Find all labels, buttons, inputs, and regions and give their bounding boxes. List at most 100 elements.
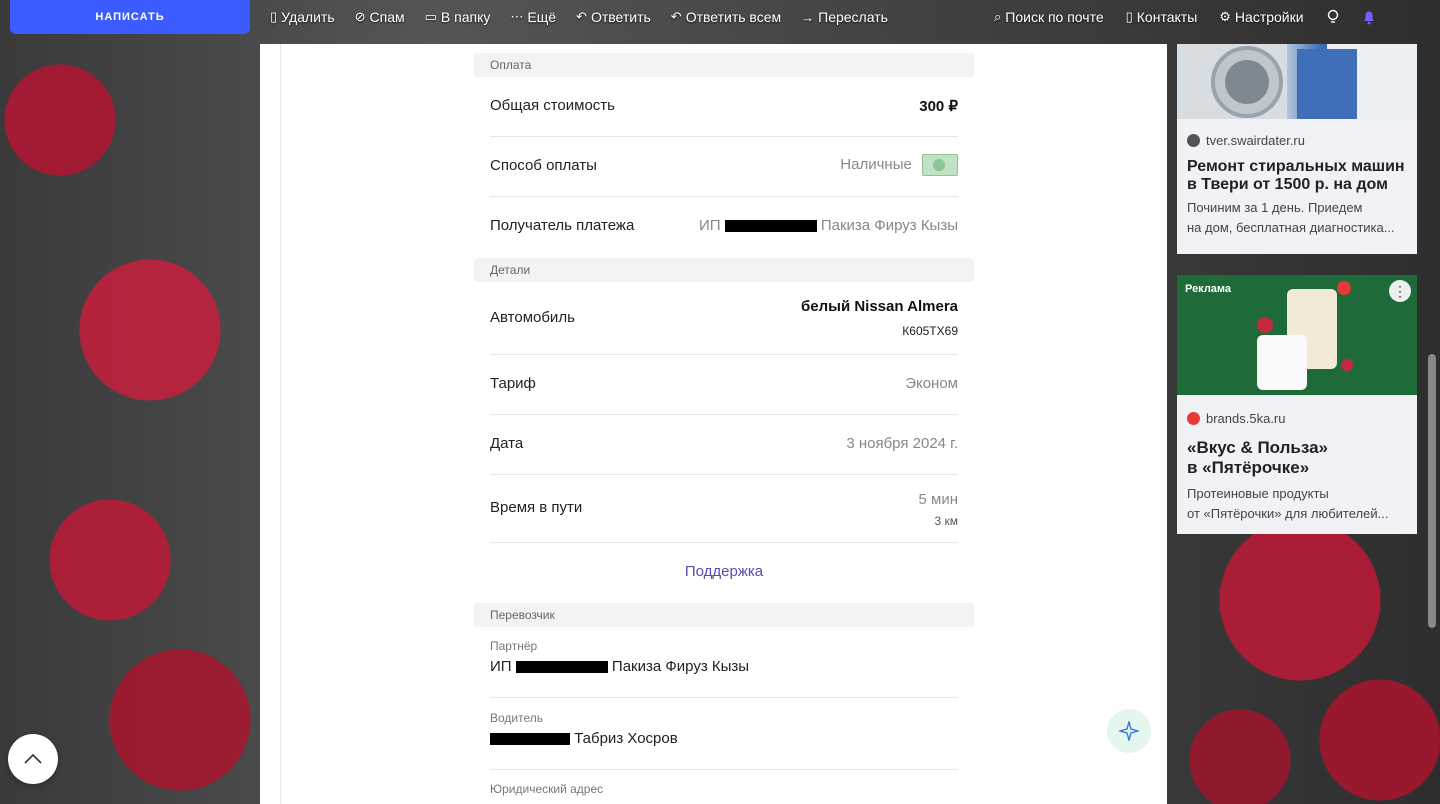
delete-label: Удалить	[281, 9, 335, 25]
trash-icon: ▯	[270, 9, 278, 24]
payment-method-row: Способ оплаты Наличные	[490, 137, 958, 197]
ad-card-pyaterochka[interactable]: Реклама ⋮ brands.5ka.ru «Вкус & Польза» …	[1177, 275, 1417, 534]
move-to-folder-button[interactable]: ▭ В папку	[425, 9, 491, 25]
spam-icon: ⊘	[354, 9, 366, 24]
details-section-header: Детали	[474, 258, 974, 282]
recipient-prefix: ИП	[698, 217, 721, 234]
address-field: Юридический адрес	[490, 782, 958, 804]
move-to-folder-label: В папку	[440, 9, 491, 25]
support-link[interactable]: Поддержка	[474, 563, 974, 580]
ad-card-repair[interactable]: tver.swairdater.ru Ремонт стиральных маш…	[1177, 44, 1417, 254]
washing-machine-illustration	[1177, 44, 1417, 119]
pyaterochka-logo-icon	[1187, 412, 1200, 425]
date-row: Дата 3 ноября 2024 г.	[490, 415, 958, 475]
car-row: Автомобиль белый Nissan Almera К605ТХ69	[490, 282, 958, 355]
spam-button[interactable]: ⊘ Спам	[355, 9, 405, 25]
car-plate: К605ТХ69	[902, 324, 958, 338]
more-icon: ⋯	[510, 9, 524, 24]
compose-button[interactable]: НАПИСАТЬ	[10, 0, 250, 34]
car-value: белый Nissan Almera	[801, 298, 958, 315]
carrier-section-title: Перевозчик	[490, 608, 555, 622]
ad-desc-line2: от «Пятёрочки» для любителей...	[1187, 506, 1389, 521]
payment-method-value-wrap: Наличные	[840, 154, 958, 176]
payment-recipient-value: ИП Пакиза Фируз Кызы	[699, 217, 958, 234]
ad-desc-line1: Починим за 1 день. Приедем	[1187, 200, 1363, 215]
settings-label: Настройки	[1234, 9, 1304, 25]
driver-field: Водитель Табриз Хосров	[490, 711, 958, 770]
forward-button[interactable]: → Переслать	[801, 9, 888, 25]
payment-method-value: Наличные	[840, 155, 912, 173]
search-icon: ⌕	[994, 9, 1002, 24]
ad-source-label: tver.swairdater.ru	[1206, 133, 1305, 148]
reply-all-label: Ответить всем	[685, 9, 782, 25]
payment-method-label: Способ оплаты	[490, 157, 597, 174]
notifications-button[interactable]	[1362, 9, 1376, 25]
ad-desc-line2: на дом, бесплатная диагностика...	[1187, 220, 1395, 235]
reply-button[interactable]: ↶ Ответить	[576, 9, 651, 25]
arrow-icon	[1187, 134, 1200, 147]
date-value: 3 ноября 2024 г.	[846, 435, 958, 452]
folder-icon: ▭	[424, 9, 437, 24]
redacted-block	[515, 661, 608, 674]
letter-body: Оплата Общая стоимость 300 ₽ Способ опла…	[260, 44, 1167, 804]
tariff-label: Тариф	[490, 375, 536, 392]
chevron-up-icon	[24, 753, 42, 764]
ad-source: brands.5ka.ru	[1177, 411, 1417, 426]
ad-title-line2: в «Пятёрочке»	[1187, 458, 1310, 477]
reply-icon: ↶	[576, 9, 587, 24]
message-actions: ▯ Удалить ⊘ Спам ▭ В папку ⋯ Ещё ↶ Ответ…	[270, 0, 888, 34]
tariff-value: Эконом	[905, 375, 958, 392]
more-button[interactable]: ⋯ Ещё	[510, 9, 556, 25]
payment-section-header: Оплата	[474, 53, 974, 77]
ad-source: tver.swairdater.ru	[1177, 133, 1417, 148]
tariff-row: Тариф Эконом	[490, 355, 958, 415]
address-label: Юридический адрес	[490, 782, 604, 796]
mail-search-button[interactable]: ⌕ Поиск по почте	[994, 9, 1104, 25]
page-scrollbar[interactable]	[1428, 354, 1436, 628]
ad-source-label: brands.5ka.ru	[1206, 411, 1286, 426]
duration-label: Время в пути	[490, 499, 583, 516]
duration-row: Время в пути 5 мин 3 км	[490, 475, 958, 543]
partner-field: Партнёр ИП Пакиза Фируз Кызы	[490, 639, 958, 698]
duration-value: 5 мин	[918, 491, 959, 508]
partner-value: ИП Пакиза Фируз Кызы	[490, 658, 958, 675]
tips-button[interactable]	[1326, 9, 1340, 25]
more-label: Ещё	[527, 9, 557, 25]
payment-recipient-row: Получатель платежа ИП Пакиза Фируз Кызы	[490, 197, 958, 257]
reply-all-icon: ↶	[670, 9, 682, 24]
settings-button[interactable]: ⚙ Настройки	[1219, 9, 1303, 25]
payment-section-title: Оплата	[490, 58, 532, 72]
carrier-section-header: Перевозчик	[474, 603, 974, 627]
total-label: Общая стоимость	[490, 97, 615, 114]
scroll-to-top-button[interactable]	[8, 734, 58, 784]
ad-menu-icon[interactable]: ⋮	[1389, 280, 1411, 302]
partner-name: Пакиза Фируз Кызы	[611, 658, 750, 675]
forward-label: Переслать	[818, 9, 888, 25]
contacts-button[interactable]: ▯ Контакты	[1126, 9, 1198, 25]
partner-label: Партнёр	[490, 639, 538, 653]
contacts-label: Контакты	[1136, 9, 1198, 25]
partner-prefix: ИП	[490, 658, 512, 675]
assistant-button[interactable]	[1107, 709, 1151, 753]
spam-label: Спам	[369, 9, 405, 25]
ad-image	[1177, 44, 1417, 119]
forward-icon: →	[801, 9, 815, 25]
total-row: Общая стоимость 300 ₽	[490, 77, 958, 137]
reply-all-button[interactable]: ↶ Ответить всем	[671, 9, 781, 25]
ad-title-line1: «Вкус & Польза»	[1187, 438, 1329, 457]
top-toolbar: НАПИСАТЬ ▯ Удалить ⊘ Спам ▭ В папку ⋯ Ещ…	[0, 0, 1440, 34]
redacted-block	[724, 220, 817, 233]
reply-label: Ответить	[590, 9, 651, 25]
date-label: Дата	[490, 435, 524, 452]
cash-icon	[922, 154, 958, 176]
details-section-title: Детали	[490, 263, 531, 277]
driver-name: Табриз Хосров	[574, 730, 678, 747]
ad-desc-line1: Протеиновые продукты	[1187, 486, 1329, 501]
gear-icon: ⚙	[1219, 9, 1231, 24]
distance-value: 3 км	[934, 514, 958, 528]
ad-image: Реклама ⋮	[1177, 275, 1417, 395]
sparkle-icon	[1119, 721, 1139, 741]
driver-label: Водитель	[490, 711, 544, 725]
ad-badge: Реклама	[1185, 283, 1232, 295]
delete-button[interactable]: ▯ Удалить	[270, 9, 335, 25]
